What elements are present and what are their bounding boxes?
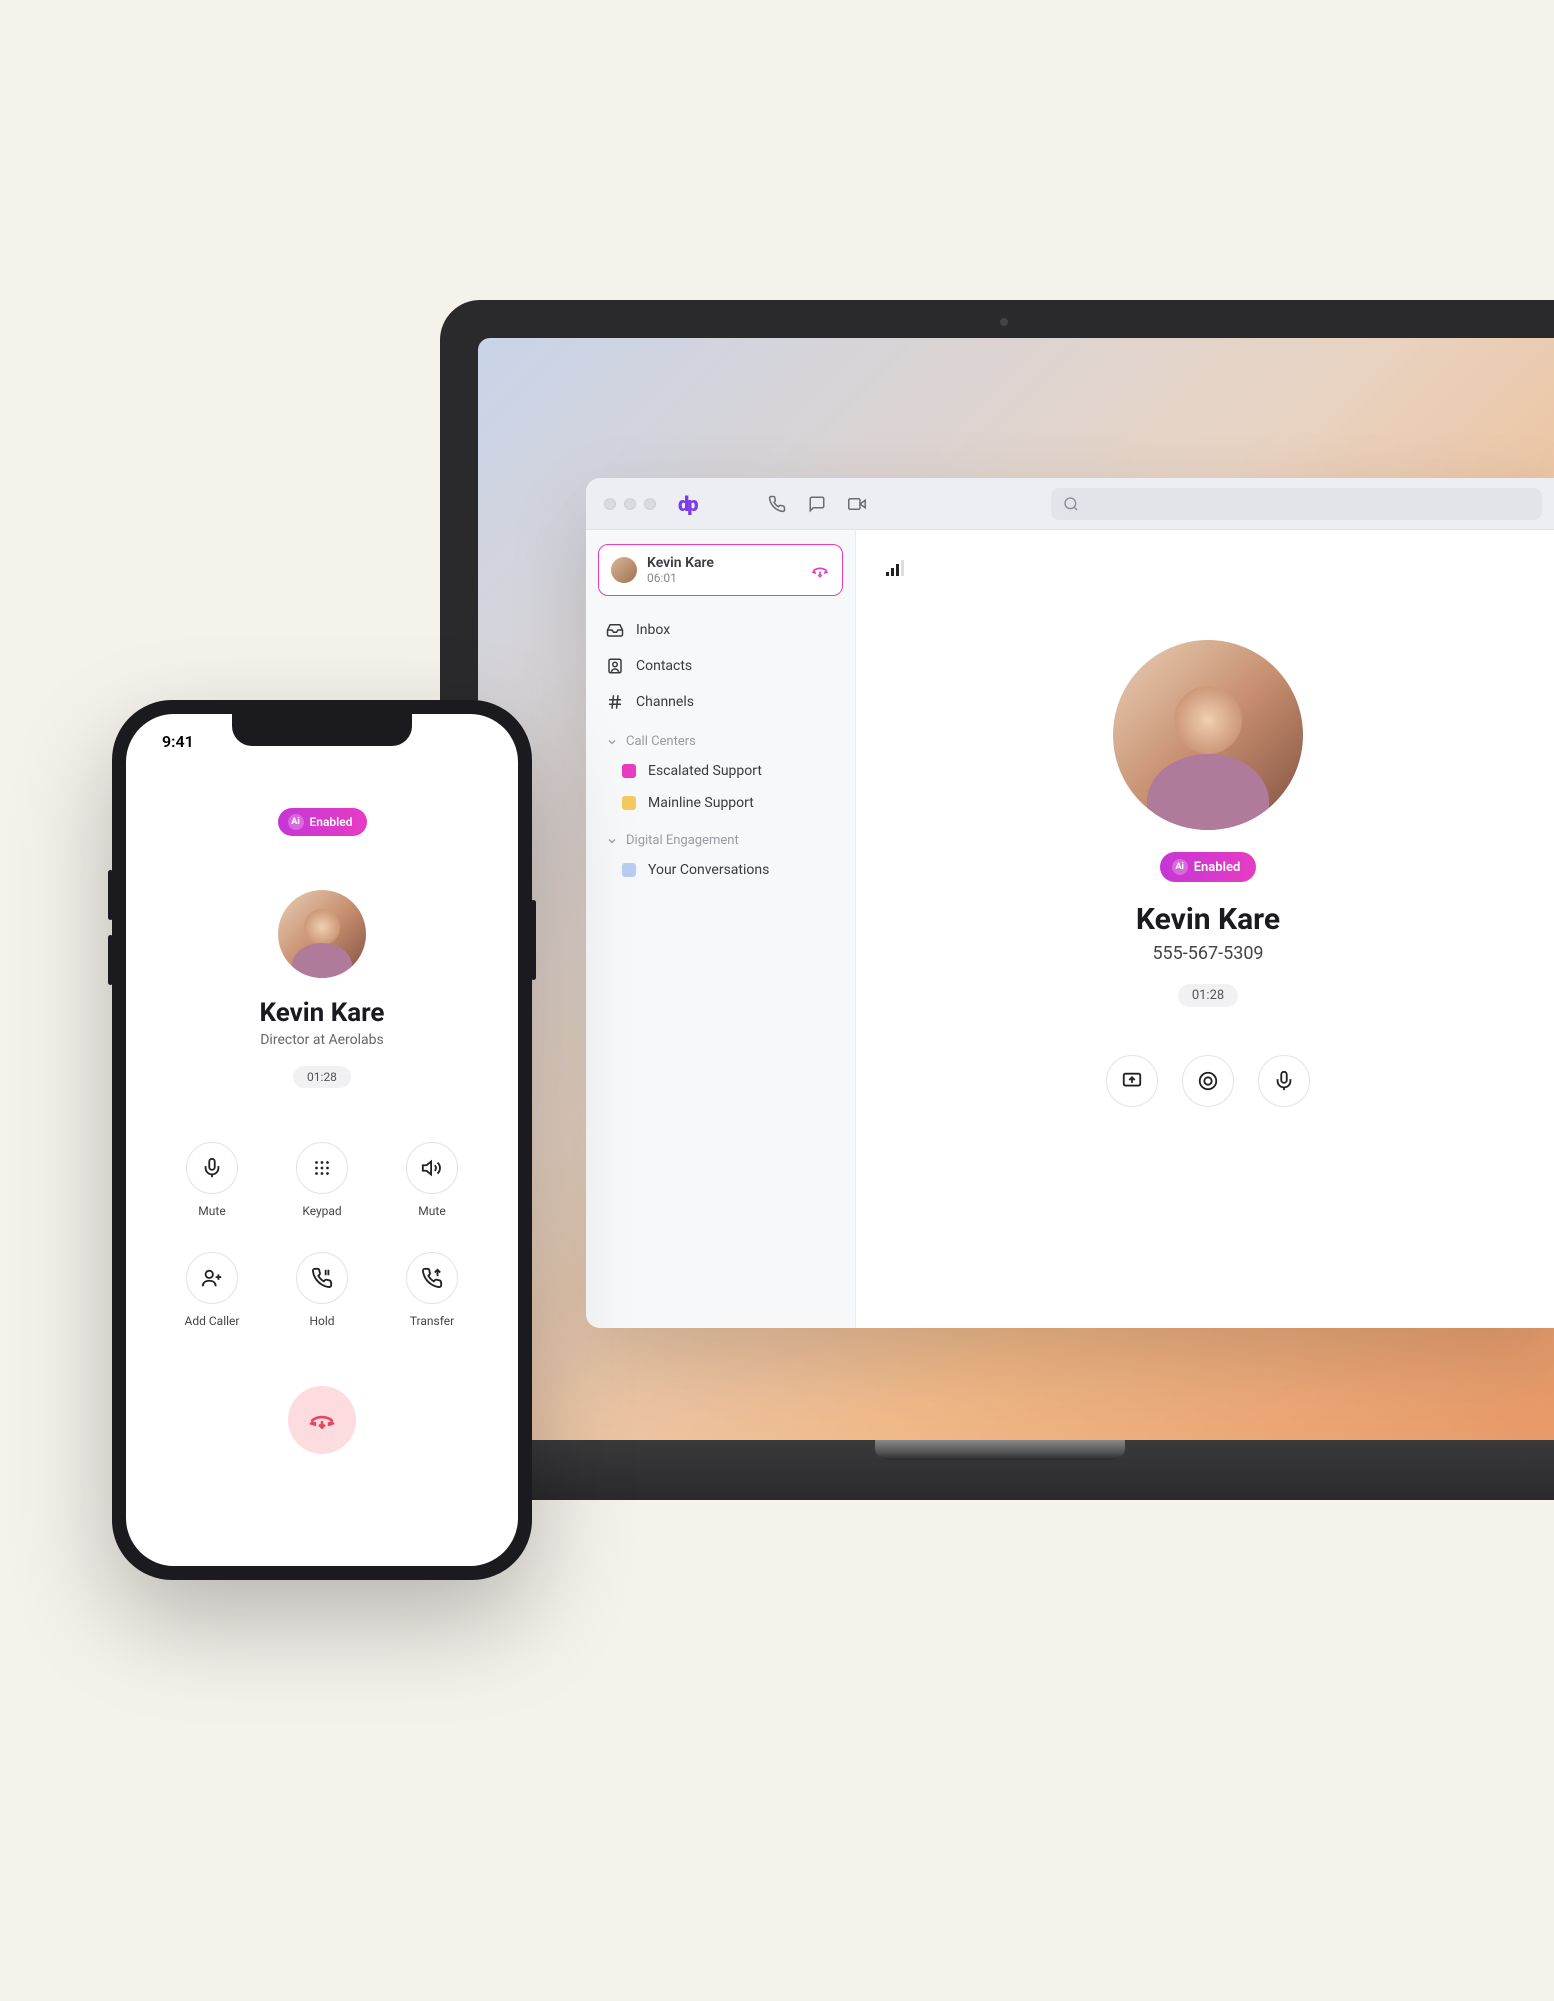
record-button[interactable] <box>1182 1055 1234 1107</box>
caller-name: Kevin Kare <box>1136 902 1280 937</box>
laptop-camera <box>1000 318 1008 326</box>
phone-device: 9:41 Ai Enabled Kevin Kare Director at A… <box>112 700 532 1580</box>
control-label: Mute <box>198 1204 225 1218</box>
call-timer: 01:28 <box>293 1066 351 1088</box>
maximize-window-icon[interactable] <box>644 498 656 510</box>
nav-inbox-label: Inbox <box>636 622 670 638</box>
avatar <box>611 557 637 583</box>
color-swatch <box>622 796 636 810</box>
color-swatch <box>622 863 636 877</box>
call-center-label: Escalated Support <box>648 763 762 779</box>
digital-item-label: Your Conversations <box>648 862 769 878</box>
nav-channels-label: Channels <box>636 694 694 710</box>
close-window-icon[interactable] <box>604 498 616 510</box>
ai-icon: Ai <box>288 814 304 830</box>
signal-icon <box>886 560 1530 580</box>
mute-button[interactable] <box>1258 1055 1310 1107</box>
chevron-down-icon <box>606 736 618 748</box>
share-screen-button[interactable] <box>1106 1055 1158 1107</box>
call-timer: 01:28 <box>1178 984 1238 1007</box>
status-time: 9:41 <box>162 732 194 751</box>
caller-subtitle: Director at Aerolabs <box>260 1032 384 1048</box>
transfer-icon <box>406 1252 458 1304</box>
add-caller-button[interactable]: Add Caller <box>167 1252 257 1328</box>
message-icon[interactable] <box>801 488 833 520</box>
active-call-name: Kevin Kare <box>647 555 800 571</box>
section-call-centers[interactable]: Call Centers <box>598 720 843 755</box>
search-icon <box>1063 496 1079 512</box>
active-call-card[interactable]: Kevin Kare 06:01 <box>598 544 843 596</box>
ai-enabled-label: Enabled <box>1194 860 1241 875</box>
call-center-item[interactable]: Mainline Support <box>598 787 843 819</box>
section-digital-engagement[interactable]: Digital Engagement <box>598 819 843 854</box>
nav-inbox[interactable]: Inbox <box>598 612 843 648</box>
transfer-button[interactable]: Transfer <box>387 1252 477 1328</box>
minimize-window-icon[interactable] <box>624 498 636 510</box>
speaker-button[interactable]: Mute <box>387 1142 477 1218</box>
phone-icon[interactable] <box>761 488 793 520</box>
nav-contacts-label: Contacts <box>636 658 692 674</box>
chevron-down-icon <box>606 835 618 847</box>
keypad-button[interactable]: Keypad <box>277 1142 367 1218</box>
caller-name: Kevin Kare <box>260 998 385 1028</box>
caller-avatar <box>1113 640 1303 830</box>
mic-icon <box>186 1142 238 1194</box>
ai-enabled-label: Enabled <box>310 815 353 829</box>
mute-button[interactable]: Mute <box>167 1142 257 1218</box>
phone-notch <box>232 714 412 746</box>
ai-icon: Ai <box>1172 859 1188 875</box>
keypad-icon <box>296 1142 348 1194</box>
window-controls[interactable] <box>604 498 656 510</box>
nav-contacts[interactable]: Contacts <box>598 648 843 684</box>
video-icon[interactable] <box>841 488 873 520</box>
control-label: Keypad <box>302 1204 341 1218</box>
nav-channels[interactable]: Channels <box>598 684 843 720</box>
hold-icon <box>296 1252 348 1304</box>
add-user-icon <box>186 1252 238 1304</box>
ai-enabled-badge[interactable]: Ai Enabled <box>278 808 367 836</box>
ai-enabled-badge[interactable]: Ai Enabled <box>1160 852 1257 882</box>
hold-button[interactable]: Hold <box>277 1252 367 1328</box>
control-label: Mute <box>418 1204 445 1218</box>
desktop-app-window: dp <box>586 478 1554 1328</box>
control-label: Hold <box>309 1314 334 1328</box>
hangup-icon[interactable] <box>810 560 830 580</box>
speaker-icon <box>406 1142 458 1194</box>
control-label: Add Caller <box>185 1314 240 1328</box>
sidebar: Kevin Kare 06:01 Inbox <box>586 530 856 1328</box>
section-digital-label: Digital Engagement <box>626 833 739 848</box>
caller-avatar <box>278 890 366 978</box>
titlebar: dp <box>586 478 1554 530</box>
call-center-label: Mainline Support <box>648 795 754 811</box>
active-call-timer: 06:01 <box>647 571 800 585</box>
hangup-button[interactable] <box>288 1386 356 1454</box>
call-center-item[interactable]: Escalated Support <box>598 755 843 787</box>
laptop-device: dp <box>440 300 1554 1550</box>
section-call-centers-label: Call Centers <box>626 734 696 749</box>
color-swatch <box>622 764 636 778</box>
search-input[interactable] <box>1051 488 1542 520</box>
caller-phone: 555-567-5309 <box>1152 943 1263 964</box>
digital-item[interactable]: Your Conversations <box>598 854 843 886</box>
call-panel: Ai Enabled Kevin Kare 555-567-5309 01:28 <box>856 530 1554 1328</box>
control-label: Transfer <box>410 1314 454 1328</box>
app-logo: dp <box>678 492 697 516</box>
